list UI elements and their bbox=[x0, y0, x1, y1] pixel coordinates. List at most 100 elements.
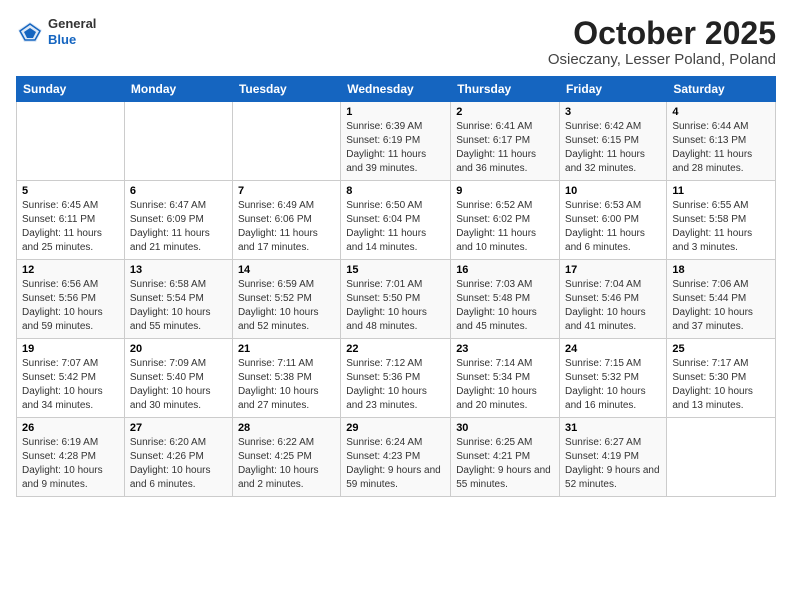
calendar-cell: 17Sunrise: 7:04 AM Sunset: 5:46 PM Dayli… bbox=[560, 260, 667, 339]
weekday-header-friday: Friday bbox=[560, 77, 667, 102]
calendar-cell: 22Sunrise: 7:12 AM Sunset: 5:36 PM Dayli… bbox=[341, 339, 451, 418]
day-info: Sunrise: 6:41 AM Sunset: 6:17 PM Dayligh… bbox=[456, 120, 554, 176]
calendar-cell: 24Sunrise: 7:15 AM Sunset: 5:32 PM Dayli… bbox=[560, 339, 667, 418]
calendar-cell: 30Sunrise: 6:25 AM Sunset: 4:21 PM Dayli… bbox=[451, 418, 560, 497]
calendar-week-5: 26 Sunrise: 6:19 AM Sunset: 4:28 PM Dayli… bbox=[17, 418, 776, 497]
calendar-week-4: 19Sunrise: 7:07 AM Sunset: 5:42 PM Dayli… bbox=[17, 339, 776, 418]
calendar-cell: 29 Sunrise: 6:24 AM Sunset: 4:23 PM Dayli… bbox=[341, 418, 451, 497]
day-info: Sunrise: 6:19 AM Sunset: 4:28 PM Dayligh… bbox=[22, 436, 119, 492]
weekday-header-monday: Monday bbox=[124, 77, 232, 102]
day-number: 10 bbox=[565, 185, 661, 197]
calendar-cell: 9 Sunrise: 6:52 AM Sunset: 6:02 PM Daylig… bbox=[451, 181, 560, 260]
calendar-cell: 2 Sunrise: 6:41 AM Sunset: 6:17 PM Daylig… bbox=[451, 102, 560, 181]
day-info: Sunrise: 6:22 AM Sunset: 4:25 PM Dayligh… bbox=[238, 436, 335, 492]
calendar-table: SundayMondayTuesdayWednesdayThursdayFrid… bbox=[16, 76, 776, 497]
calendar-cell: 16 Sunrise: 7:03 AM Sunset: 5:48 PM Dayli… bbox=[451, 260, 560, 339]
location-title: Osieczany, Lesser Poland, Poland bbox=[548, 51, 776, 68]
calendar-cell: 19Sunrise: 7:07 AM Sunset: 5:42 PM Dayli… bbox=[17, 339, 125, 418]
weekday-header-sunday: Sunday bbox=[17, 77, 125, 102]
day-number: 26 bbox=[22, 422, 119, 434]
day-info: Sunrise: 6:42 AM Sunset: 6:15 PM Dayligh… bbox=[565, 120, 661, 176]
day-number: 3 bbox=[565, 106, 661, 118]
logo-icon bbox=[16, 20, 44, 44]
day-info: Sunrise: 6:58 AM Sunset: 5:54 PM Dayligh… bbox=[130, 278, 227, 334]
weekday-header-tuesday: Tuesday bbox=[232, 77, 340, 102]
day-info: Sunrise: 7:06 AM Sunset: 5:44 PM Dayligh… bbox=[672, 278, 770, 334]
day-number: 11 bbox=[672, 185, 770, 197]
calendar-cell: 8 Sunrise: 6:50 AM Sunset: 6:04 PM Daylig… bbox=[341, 181, 451, 260]
calendar-week-3: 12 Sunrise: 6:56 AM Sunset: 5:56 PM Dayli… bbox=[17, 260, 776, 339]
day-info: Sunrise: 6:20 AM Sunset: 4:26 PM Dayligh… bbox=[130, 436, 227, 492]
day-info: Sunrise: 7:03 AM Sunset: 5:48 PM Dayligh… bbox=[456, 278, 554, 334]
day-number: 15 bbox=[346, 264, 445, 276]
day-info: Sunrise: 7:01 AM Sunset: 5:50 PM Dayligh… bbox=[346, 278, 445, 334]
day-number: 1 bbox=[346, 106, 445, 118]
day-info: Sunrise: 7:14 AM Sunset: 5:34 PM Dayligh… bbox=[456, 357, 554, 413]
calendar-cell: 13 Sunrise: 6:58 AM Sunset: 5:54 PM Dayli… bbox=[124, 260, 232, 339]
calendar-week-1: 1 Sunrise: 6:39 AM Sunset: 6:19 PM Daylig… bbox=[17, 102, 776, 181]
day-number: 30 bbox=[456, 422, 554, 434]
day-number: 22 bbox=[346, 343, 445, 355]
weekday-header-wednesday: Wednesday bbox=[341, 77, 451, 102]
day-info: Sunrise: 6:47 AM Sunset: 6:09 PM Dayligh… bbox=[130, 199, 227, 255]
day-info: Sunrise: 6:55 AM Sunset: 5:58 PM Dayligh… bbox=[672, 199, 770, 255]
calendar-cell: 15 Sunrise: 7:01 AM Sunset: 5:50 PM Dayli… bbox=[341, 260, 451, 339]
day-info: Sunrise: 6:39 AM Sunset: 6:19 PM Dayligh… bbox=[346, 120, 445, 176]
day-info: Sunrise: 6:50 AM Sunset: 6:04 PM Dayligh… bbox=[346, 199, 445, 255]
day-number: 24 bbox=[565, 343, 661, 355]
day-info: Sunrise: 6:27 AM Sunset: 4:19 PM Dayligh… bbox=[565, 436, 661, 492]
calendar-cell bbox=[17, 102, 125, 181]
day-number: 19 bbox=[22, 343, 119, 355]
day-number: 21 bbox=[238, 343, 335, 355]
calendar-cell: 21 Sunrise: 7:11 AM Sunset: 5:38 PM Dayli… bbox=[232, 339, 340, 418]
calendar-cell: 20 Sunrise: 7:09 AM Sunset: 5:40 PM Dayli… bbox=[124, 339, 232, 418]
day-number: 16 bbox=[456, 264, 554, 276]
calendar-cell: 5Sunrise: 6:45 AM Sunset: 6:11 PM Daylig… bbox=[17, 181, 125, 260]
calendar-cell: 7Sunrise: 6:49 AM Sunset: 6:06 PM Daylig… bbox=[232, 181, 340, 260]
calendar-cell: 10Sunrise: 6:53 AM Sunset: 6:00 PM Dayli… bbox=[560, 181, 667, 260]
day-number: 8 bbox=[346, 185, 445, 197]
day-number: 4 bbox=[672, 106, 770, 118]
weekday-header-thursday: Thursday bbox=[451, 77, 560, 102]
calendar-cell: 3 Sunrise: 6:42 AM Sunset: 6:15 PM Daylig… bbox=[560, 102, 667, 181]
calendar-cell: 1 Sunrise: 6:39 AM Sunset: 6:19 PM Daylig… bbox=[341, 102, 451, 181]
day-info: Sunrise: 7:11 AM Sunset: 5:38 PM Dayligh… bbox=[238, 357, 335, 413]
day-number: 17 bbox=[565, 264, 661, 276]
day-info: Sunrise: 7:17 AM Sunset: 5:30 PM Dayligh… bbox=[672, 357, 770, 413]
calendar-cell: 11 Sunrise: 6:55 AM Sunset: 5:58 PM Dayli… bbox=[667, 181, 776, 260]
calendar-cell bbox=[124, 102, 232, 181]
day-info: Sunrise: 7:09 AM Sunset: 5:40 PM Dayligh… bbox=[130, 357, 227, 413]
day-info: Sunrise: 6:24 AM Sunset: 4:23 PM Dayligh… bbox=[346, 436, 445, 492]
weekday-header-row: SundayMondayTuesdayWednesdayThursdayFrid… bbox=[17, 77, 776, 102]
calendar-cell: 12 Sunrise: 6:56 AM Sunset: 5:56 PM Dayli… bbox=[17, 260, 125, 339]
day-number: 13 bbox=[130, 264, 227, 276]
day-number: 6 bbox=[130, 185, 227, 197]
calendar-cell: 6 Sunrise: 6:47 AM Sunset: 6:09 PM Daylig… bbox=[124, 181, 232, 260]
logo: General Blue bbox=[16, 16, 96, 47]
page-header: General Blue October 2025 Osieczany, Les… bbox=[16, 16, 776, 68]
calendar-cell: 18Sunrise: 7:06 AM Sunset: 5:44 PM Dayli… bbox=[667, 260, 776, 339]
day-info: Sunrise: 6:52 AM Sunset: 6:02 PM Dayligh… bbox=[456, 199, 554, 255]
day-number: 25 bbox=[672, 343, 770, 355]
day-number: 2 bbox=[456, 106, 554, 118]
calendar-cell: 23Sunrise: 7:14 AM Sunset: 5:34 PM Dayli… bbox=[451, 339, 560, 418]
day-number: 20 bbox=[130, 343, 227, 355]
calendar-cell: 14Sunrise: 6:59 AM Sunset: 5:52 PM Dayli… bbox=[232, 260, 340, 339]
weekday-header-saturday: Saturday bbox=[667, 77, 776, 102]
title-block: October 2025 Osieczany, Lesser Poland, P… bbox=[548, 16, 776, 68]
calendar-cell: 26 Sunrise: 6:19 AM Sunset: 4:28 PM Dayli… bbox=[17, 418, 125, 497]
day-number: 28 bbox=[238, 422, 335, 434]
day-number: 27 bbox=[130, 422, 227, 434]
day-info: Sunrise: 6:56 AM Sunset: 5:56 PM Dayligh… bbox=[22, 278, 119, 334]
calendar-cell bbox=[667, 418, 776, 497]
calendar-cell: 28 Sunrise: 6:22 AM Sunset: 4:25 PM Dayli… bbox=[232, 418, 340, 497]
day-info: Sunrise: 6:45 AM Sunset: 6:11 PM Dayligh… bbox=[22, 199, 119, 255]
calendar-cell bbox=[232, 102, 340, 181]
day-number: 29 bbox=[346, 422, 445, 434]
day-number: 9 bbox=[456, 185, 554, 197]
day-number: 14 bbox=[238, 264, 335, 276]
day-info: Sunrise: 6:49 AM Sunset: 6:06 PM Dayligh… bbox=[238, 199, 335, 255]
calendar-week-2: 5Sunrise: 6:45 AM Sunset: 6:11 PM Daylig… bbox=[17, 181, 776, 260]
day-number: 31 bbox=[565, 422, 661, 434]
day-number: 12 bbox=[22, 264, 119, 276]
